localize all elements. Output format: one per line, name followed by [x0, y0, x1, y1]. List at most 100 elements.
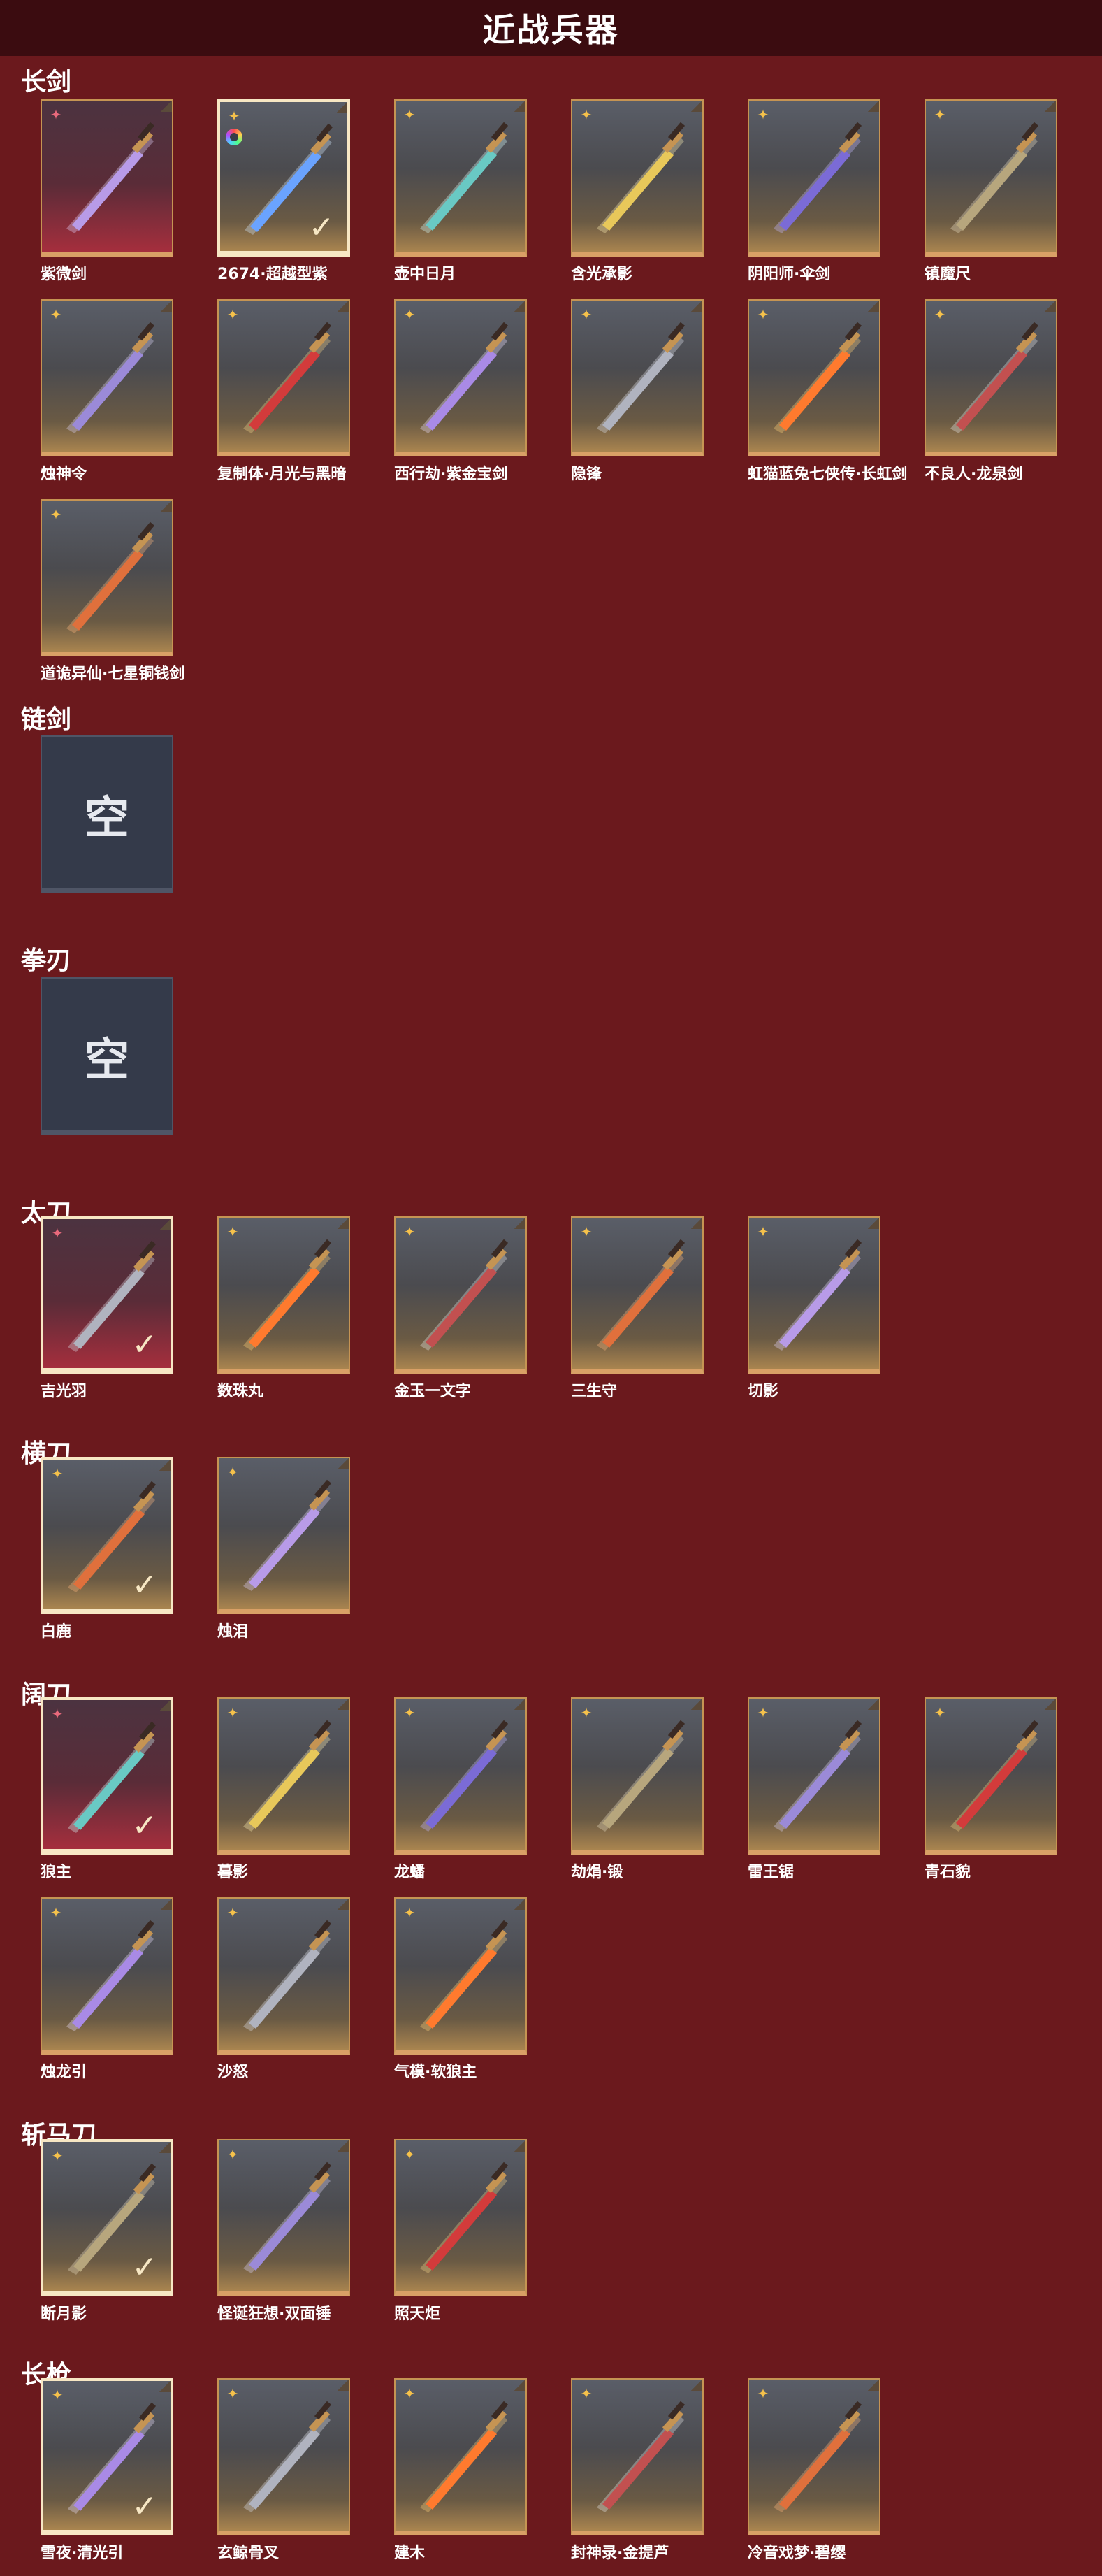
weapon-card[interactable]: ✦ 劫焆·锻	[571, 1697, 704, 1881]
weapon-name: 烛泪	[217, 1623, 249, 1641]
weapon-image	[420, 1239, 509, 1351]
weapon-card[interactable]: ✦ 三生守	[571, 1216, 704, 1400]
section-title: 长剑	[21, 68, 72, 96]
red-rarity-star-icon: ✦	[51, 1225, 64, 1242]
weapon-card[interactable]: ✦ 西行劫·紫金宝剑	[394, 299, 527, 483]
weapon-card[interactable]: ✦ ✓ 2674·超越型紫	[217, 99, 350, 283]
weapon-card[interactable]: ✦ 镇魔尺	[925, 99, 1057, 283]
corner-tag-icon	[691, 301, 702, 312]
weapon-image	[66, 122, 155, 233]
weapon-thumbnail: ✦	[217, 1457, 350, 1614]
gold-rarity-star-icon: ✦	[226, 1904, 239, 1921]
weapon-card[interactable]: ✦ 金玉一文字	[394, 1216, 527, 1400]
weapon-card[interactable]: ✦ 虹猫蓝兔七侠传·长虹剑	[748, 299, 907, 483]
weapon-thumbnail: ✦	[394, 299, 527, 456]
weapon-card[interactable]: ✦ ✓ 断月影	[41, 2139, 173, 2323]
gold-rarity-star-icon: ✦	[934, 1704, 946, 1721]
gold-rarity-star-icon: ✦	[403, 106, 416, 123]
empty-slot-label: 空	[85, 792, 129, 844]
weapon-card[interactable]: ✦ 青石貌	[925, 1697, 1057, 1881]
weapon-image	[420, 2401, 509, 2512]
weapon-card[interactable]: ✦ 不良人·龙泉剑	[925, 299, 1057, 483]
equipped-check-icon: ✓	[131, 1327, 158, 1362]
weapon-name: 西行劫·紫金宝剑	[394, 466, 508, 483]
weapon-card[interactable]: ✦ 气模·软狼主	[394, 1897, 527, 2081]
weapon-thumbnail: ✦	[748, 99, 880, 257]
weapon-name: 金玉一文字	[394, 1383, 472, 1400]
gold-rarity-star-icon: ✦	[403, 2146, 416, 2163]
weapon-card[interactable]: ✦ 烛泪	[217, 1457, 350, 1641]
weapon-card[interactable]: ✦ 建木	[394, 2378, 527, 2562]
weapon-card[interactable]: ✦ ✓ 狼主	[41, 1697, 173, 1881]
weapon-name: 建木	[394, 2545, 426, 2562]
weapon-card[interactable]: ✦ 暮影	[217, 1697, 350, 1881]
weapon-card[interactable]: ✦ 烛龙引	[41, 1897, 173, 2081]
weapon-card[interactable]: ✦ 玄鲸骨叉	[217, 2378, 350, 2562]
corner-tag-icon	[336, 102, 347, 113]
weapon-card[interactable]: ✦ ✓ 雪夜·清光引	[41, 2378, 173, 2562]
corner-tag-icon	[161, 501, 172, 512]
weapon-card[interactable]: ✦ 雷王锯	[748, 1697, 880, 1881]
weapon-image	[774, 1720, 862, 1832]
weapon-name: 玄鲸骨叉	[217, 2545, 280, 2562]
weapon-card[interactable]: ✦ 隐锋	[571, 299, 704, 483]
gold-rarity-star-icon: ✦	[403, 1904, 416, 1921]
weapon-thumbnail: ✦	[571, 1697, 704, 1855]
weapon-card[interactable]: ✦ 照天炬	[394, 2139, 527, 2323]
weapon-image	[950, 122, 1039, 233]
weapon-name: 道诡异仙·七星铜钱剑	[41, 665, 185, 683]
weapon-image	[774, 2401, 862, 2512]
red-rarity-star-icon: ✦	[50, 106, 62, 123]
weapon-name: 封神录·金提芦	[571, 2545, 669, 2562]
weapon-card[interactable]: ✦ ✓ 吉光羽	[41, 1216, 173, 1400]
weapon-card[interactable]: ✦ 龙蟠	[394, 1697, 527, 1881]
weapon-image	[420, 1720, 509, 1832]
weapon-card[interactable]: ✦ 沙怒	[217, 1897, 350, 2081]
weapon-name: 龙蟠	[394, 1864, 426, 1881]
weapon-thumbnail: ✦	[394, 2139, 527, 2296]
weapon-name: 三生守	[571, 1383, 618, 1400]
weapon-image	[597, 122, 686, 233]
weapon-thumbnail: ✦	[925, 299, 1057, 456]
weapon-card[interactable]: ✦ 数珠丸	[217, 1216, 350, 1400]
weapon-thumbnail: ✦	[748, 2378, 880, 2535]
gold-rarity-star-icon: ✦	[226, 306, 239, 323]
gold-rarity-star-icon: ✦	[580, 2385, 593, 2402]
gold-rarity-star-icon: ✦	[757, 1223, 769, 1240]
weapon-thumbnail: ✦	[217, 1697, 350, 1855]
weapon-thumbnail: ✦ ✓	[41, 2139, 173, 2296]
gold-rarity-star-icon: ✦	[757, 306, 769, 323]
gold-rarity-star-icon: ✦	[50, 506, 62, 523]
weapon-card[interactable]: ✦ 道诡异仙·七星铜钱剑	[41, 499, 184, 683]
corner-tag-icon	[514, 101, 525, 112]
gold-rarity-star-icon: ✦	[580, 1223, 593, 1240]
weapon-card[interactable]: ✦ 怪诞狂想·双面锤	[217, 2139, 350, 2323]
weapon-thumbnail: ✦	[748, 299, 880, 456]
weapon-card[interactable]: ✦ 切影	[748, 1216, 880, 1400]
weapon-card[interactable]: ✦ 紫微剑	[41, 99, 173, 283]
weapon-name: 冷音戏梦·碧缨	[748, 2545, 846, 2562]
weapon-card[interactable]: ✦ ✓ 白鹿	[41, 1457, 173, 1641]
weapon-image	[597, 1239, 686, 1351]
corner-tag-icon	[159, 1700, 171, 1711]
corner-tag-icon	[691, 1699, 702, 1710]
weapon-image	[420, 1920, 509, 2031]
weapon-card[interactable]: ✦ 含光承影	[571, 99, 704, 283]
weapon-card[interactable]: ✦ 复制体·月光与黑暗	[217, 299, 350, 483]
gold-rarity-star-icon: ✦	[580, 106, 593, 123]
weapon-name: 白鹿	[41, 1623, 72, 1641]
weapon-image	[243, 322, 332, 433]
corner-tag-icon	[338, 1218, 349, 1229]
weapon-name: 不良人·龙泉剑	[925, 466, 1023, 483]
weapon-card[interactable]: ✦ 冷音戏梦·碧缨	[748, 2378, 880, 2562]
corner-tag-icon	[514, 2380, 525, 2391]
weapon-card[interactable]: ✦ 壶中日月	[394, 99, 527, 283]
section-title: 链剑	[21, 705, 72, 734]
equipped-check-icon: ✓	[131, 1567, 158, 1603]
weapon-card[interactable]: ✦ 封神录·金提芦	[571, 2378, 704, 2562]
corner-tag-icon	[1045, 301, 1056, 312]
weapon-card[interactable]: ✦ 阴阳师·伞剑	[748, 99, 880, 283]
weapon-card[interactable]: ✦ 烛神令	[41, 299, 173, 483]
weapon-thumbnail: ✦	[217, 2139, 350, 2296]
weapon-image	[66, 1920, 155, 2031]
